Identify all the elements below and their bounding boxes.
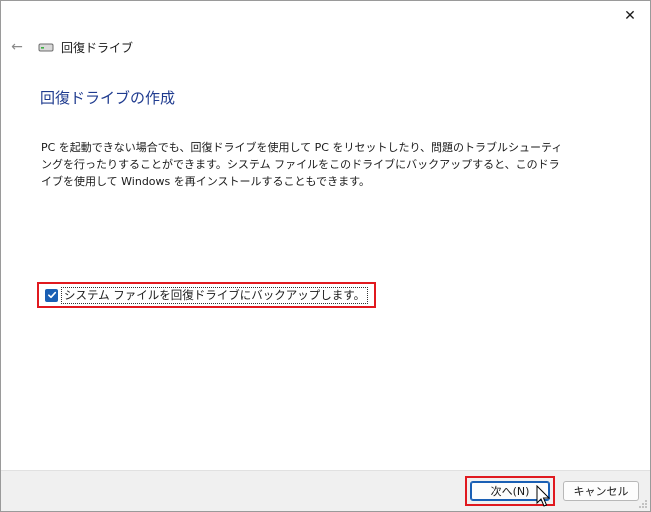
- title-bar: ← 回復ドライブ: [9, 37, 133, 57]
- cancel-button[interactable]: キャンセル: [563, 481, 639, 501]
- backup-system-files-checkbox-row[interactable]: システム ファイルを回復ドライブにバックアップします。: [37, 282, 377, 308]
- backup-system-files-label[interactable]: システム ファイルを回復ドライブにバックアップします。: [61, 286, 369, 304]
- description-text: PC を起動できない場合でも、回復ドライブを使用して PC をリセットしたり、問…: [41, 141, 563, 188]
- page-title: 回復ドライブの作成: [40, 89, 176, 107]
- checkmark-icon: [47, 291, 56, 299]
- mouse-pointer-icon: [536, 485, 551, 507]
- drive-icon: [38, 41, 54, 53]
- close-button[interactable]: ✕: [616, 3, 644, 29]
- back-button[interactable]: ←: [9, 39, 25, 55]
- window-title: 回復ドライブ: [61, 40, 134, 55]
- close-icon[interactable]: ✕: [624, 8, 636, 24]
- recovery-drive-window: ✕ ← 回復ドライブ 回復ドライブの作成 PC を起動できない場合でも、回復ドラ…: [0, 0, 651, 512]
- button-bar: 次へ(N) キャンセル: [1, 470, 650, 511]
- resize-grip-icon[interactable]: [636, 497, 648, 509]
- backup-system-files-checkbox[interactable]: [45, 288, 58, 302]
- arrow-left-icon[interactable]: ←: [11, 39, 23, 55]
